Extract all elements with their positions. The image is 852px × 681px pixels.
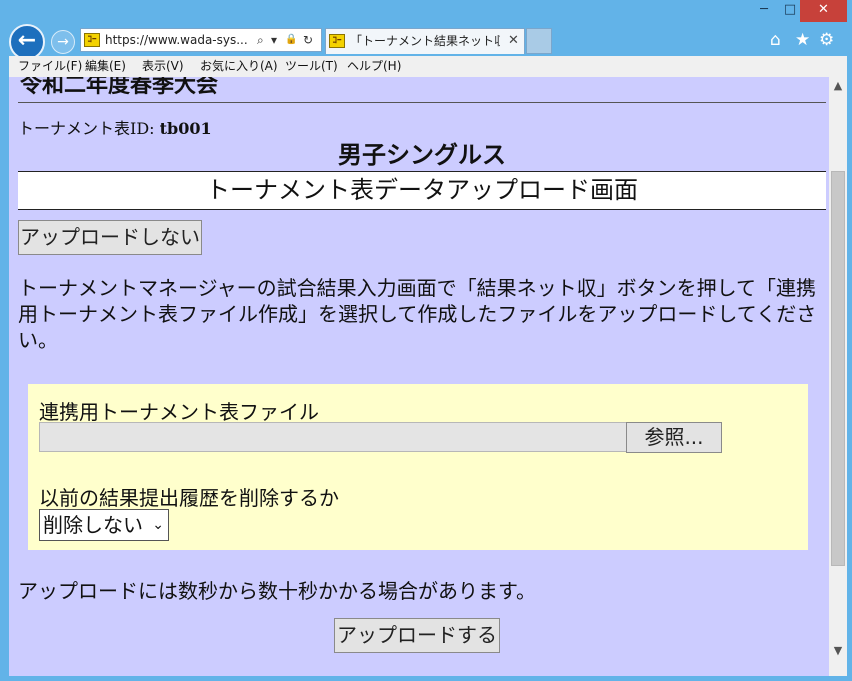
upload-form-panel: 連携用トーナメント表ファイル 参照... 以前の結果提出履歴を削除するか 削除し… — [28, 384, 808, 550]
menu-bar: ファイル(F) 編集(E) 表示(V) お気に入り(A) ツール(T) ヘルプ(… — [9, 56, 847, 77]
scroll-down-icon[interactable]: ▼ — [829, 642, 847, 660]
tab-favicon-icon: ｺｰ — [329, 34, 345, 48]
settings-gear-icon[interactable]: ⚙ — [819, 30, 834, 50]
favorites-star-icon[interactable]: ★ — [795, 30, 810, 50]
scroll-up-icon[interactable]: ▲ — [829, 77, 847, 95]
menu-help[interactable]: ヘルプ(H) — [347, 56, 401, 76]
address-text[interactable]: https://www.wada-sys... — [105, 29, 255, 51]
site-favicon-icon: ｺｰ — [84, 33, 100, 47]
navigation-bar: ← → ｺｰ https://www.wada-sys... ⌕ ▾ 🔒 ↻ ｺ… — [0, 22, 852, 60]
upload-duration-note: アップロードには数秒から数十秒かかる場合があります。 — [18, 579, 536, 603]
delete-history-selected: 削除しない — [43, 513, 143, 537]
chevron-down-icon: ⌄ — [152, 517, 164, 533]
title-divider — [18, 102, 826, 103]
new-tab-button[interactable] — [526, 28, 552, 54]
title-bar: ─ □ ✕ — [0, 0, 852, 22]
instructions-text: トーナメントマネージャーの試合結果入力画面で「結果ネット収」ボタンを押して「連携… — [18, 276, 817, 352]
menu-tools[interactable]: ツール(T) — [285, 56, 338, 76]
screen-subtitle: トーナメント表データアップロード画面 — [18, 171, 826, 210]
browse-button[interactable]: 参照... — [626, 422, 722, 453]
menu-view[interactable]: 表示(V) — [142, 56, 184, 76]
tab-close-icon[interactable]: ✕ — [508, 29, 519, 53]
browser-tab[interactable]: ｺｰ 「トーナメント結果ネット収集」... ✕ — [325, 28, 525, 54]
delete-history-label: 以前の結果提出履歴を削除するか — [39, 486, 339, 510]
file-field-label: 連携用トーナメント表ファイル — [39, 400, 319, 424]
menu-file[interactable]: ファイル(F) — [18, 56, 82, 76]
minimize-button[interactable]: ─ — [750, 0, 778, 22]
upload-button[interactable]: アップロードする — [334, 618, 500, 653]
delete-history-select[interactable]: 削除しない ⌄ — [39, 509, 169, 541]
address-dropdown-icon[interactable]: ▾ — [271, 29, 277, 51]
file-path-field[interactable] — [39, 422, 627, 452]
no-upload-button[interactable]: アップロードしない — [18, 220, 202, 255]
page-title: 令和二年度春季大会 — [20, 77, 219, 98]
search-icon[interactable]: ⌕ — [257, 29, 264, 51]
refresh-icon[interactable]: ↻ — [303, 29, 313, 51]
forward-button[interactable]: → — [51, 30, 75, 54]
back-button[interactable]: ← — [9, 24, 45, 60]
address-bar[interactable]: ｺｰ https://www.wada-sys... ⌕ ▾ 🔒 ↻ — [80, 28, 322, 52]
close-window-button[interactable]: ✕ — [800, 0, 847, 22]
vertical-scrollbar[interactable]: ▲ ▼ — [829, 77, 847, 676]
menu-favorites[interactable]: お気に入り(A) — [200, 56, 278, 76]
lock-icon[interactable]: 🔒 — [285, 29, 297, 51]
page-viewport: 令和二年度春季大会 トーナメント表ID: tb001 男子シングルス トーナメン… — [9, 77, 847, 676]
menu-edit[interactable]: 編集(E) — [85, 56, 126, 76]
page-content: 令和二年度春季大会 トーナメント表ID: tb001 男子シングルス トーナメン… — [18, 77, 826, 676]
scrollbar-thumb[interactable] — [831, 171, 845, 566]
home-icon[interactable]: ⌂ — [770, 30, 781, 50]
event-name: 男子シングルス — [338, 141, 506, 169]
tab-title: 「トーナメント結果ネット収集」... — [350, 34, 500, 48]
